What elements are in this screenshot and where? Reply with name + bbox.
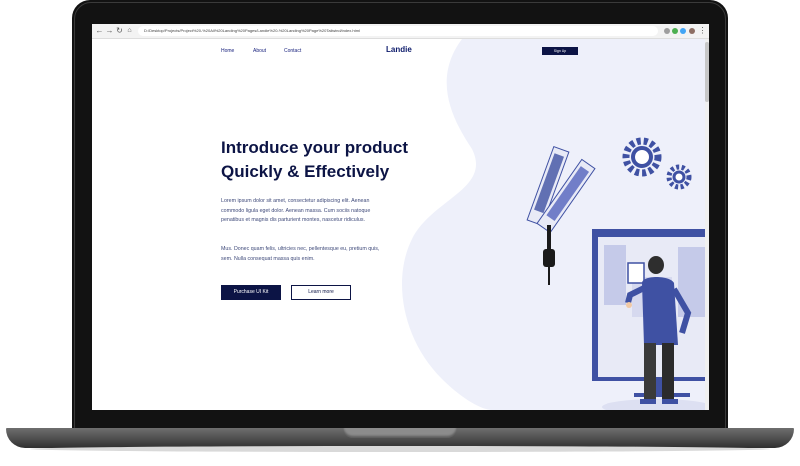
scrollbar-thumb[interactable] [705,42,709,102]
nav-link-about[interactable]: About [253,48,266,54]
sign-up-button[interactable]: Sign Up [542,47,578,55]
back-icon[interactable]: ← [95,26,104,35]
reload-icon[interactable]: ↻ [115,26,124,35]
laptop-shadow [30,446,770,452]
hero-paragraph: Lorem ipsum dolor sit amet, consectetur … [221,198,371,223]
eyedropper-icon [543,225,555,285]
hero-title: Introduce your product Quickly & Effecti… [221,136,408,184]
extension-icon[interactable] [664,28,670,34]
purchase-button[interactable]: Purchase UI Kit [221,285,281,300]
color-swatch-icon [526,145,596,234]
home-icon[interactable]: ⌂ [125,26,134,35]
forward-icon[interactable]: → [105,26,114,35]
hero-illustration [526,137,705,410]
address-bar[interactable]: D:/Desktop/Projects/Project%20-%20All%20… [138,26,658,36]
hero-paragraph: Mus. Donec quam felis, ultricies nec, pe… [221,246,380,262]
landing-page: Home About Contact Landie Sign Up Introd… [92,39,705,410]
laptop-hinge-notch [343,428,457,438]
profile-avatar[interactable] [689,28,695,34]
menu-kebab-icon[interactable]: ⋮ [698,26,707,35]
extension-icon[interactable] [680,28,686,34]
brand-logo[interactable]: Landie [386,45,412,54]
nav-link-home[interactable]: Home [221,48,234,54]
hero-title-line2: Quickly & Effectively [221,162,390,181]
learn-more-button[interactable]: Learn more [291,285,351,300]
nav-link-contact[interactable]: Contact [284,48,301,54]
browser-toolbar: ← → ↻ ⌂ D:/Desktop/Projects/Project%20-%… [92,24,709,39]
hero-title-line1: Introduce your product [221,138,408,157]
extension-icon[interactable] [672,28,678,34]
laptop-screen: ← → ↻ ⌂ D:/Desktop/Projects/Project%20-%… [92,24,709,410]
